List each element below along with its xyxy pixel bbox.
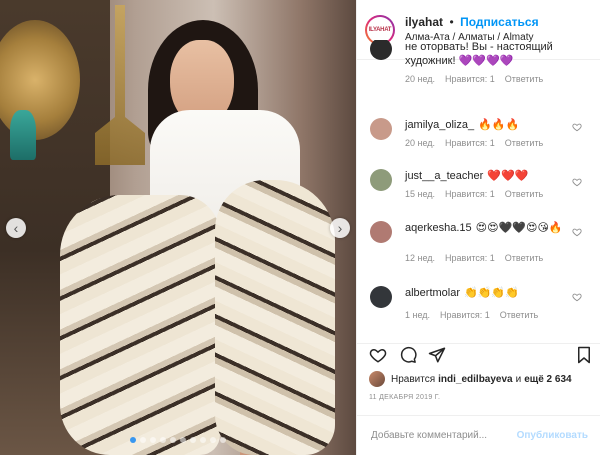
- comment-item: jamilya_oliza_ 🔥🔥🔥 20 нед. Нравится: 1 От…: [357, 118, 600, 148]
- comment-body: 🔥🔥🔥: [478, 119, 520, 131]
- carousel-next-button[interactable]: ›: [330, 218, 350, 238]
- comment-meta: 12 нед. Нравится: 1 Ответить: [405, 253, 570, 263]
- instagram-post: ‹ › ILYAHAT ilyahat • Подписаться Алма-А…: [0, 0, 600, 455]
- share-paper-plane-icon[interactable]: [428, 346, 446, 364]
- chevron-right-icon: ›: [337, 220, 343, 236]
- comment-reply-button[interactable]: Ответить: [505, 253, 543, 263]
- likes-middle: и: [515, 373, 522, 385]
- save-bookmark-icon[interactable]: [575, 346, 593, 364]
- comment-text: jamilya_oliza_ 🔥🔥🔥: [405, 118, 570, 132]
- comment-avatar[interactable]: [370, 286, 392, 308]
- add-comment-input[interactable]: [369, 429, 517, 442]
- comment-reply-button[interactable]: Ответить: [505, 74, 543, 84]
- comment-item: albertmolar 👏👏👏👏 1 нед. Нравится: 1 Ответ…: [357, 286, 600, 320]
- post-date[interactable]: 11 ДЕКАБРЯ 2019 Г.: [369, 394, 440, 401]
- comment-avatar[interactable]: [370, 118, 392, 140]
- comment-username[interactable]: aqerkesha.15: [405, 222, 472, 234]
- comment-time[interactable]: 20 нед.: [405, 74, 435, 84]
- comment-meta: 20 нед. Нравится: 1 Ответить: [405, 74, 570, 84]
- likes-summary: Нравится indi_edilbayeva и ещё 2 634: [369, 371, 592, 387]
- carousel-dot: [220, 437, 226, 443]
- comment-time[interactable]: 1 нед.: [405, 310, 430, 320]
- comment-avatar[interactable]: [370, 169, 392, 191]
- carousel-dot: [200, 437, 206, 443]
- comment-avatar[interactable]: [370, 40, 392, 60]
- comment-meta: 20 нед. Нравится: 1 Ответить: [405, 138, 570, 148]
- heart-outline-icon[interactable]: [572, 122, 582, 132]
- comment-username[interactable]: jamilya_oliza_: [405, 119, 474, 131]
- heart-outline-icon[interactable]: [572, 227, 582, 237]
- likes-prefix: Нравится: [391, 373, 436, 385]
- comments-list[interactable]: не оторвать! Вы - настоящий художник! 💜💜…: [357, 40, 600, 325]
- comment-item: aqerkesha.15 😍😍🖤🖤😍😘🔥 12 нед. Нравится: 1 …: [357, 221, 600, 263]
- comment-text: albertmolar 👏👏👏👏: [405, 286, 570, 300]
- heart-outline-icon[interactable]: [572, 177, 582, 187]
- carousel-dot: [150, 437, 156, 443]
- comment-bubble-icon[interactable]: [399, 346, 417, 364]
- comment-body: 👏👏👏👏: [464, 287, 519, 299]
- carousel-dot: [190, 437, 196, 443]
- carousel-dot: [130, 437, 136, 443]
- comment-meta: 15 нед. Нравится: 1 Ответить: [405, 189, 570, 199]
- comment-body: ❤️❤️❤️: [487, 170, 529, 182]
- post-sidebar: ILYAHAT ilyahat • Подписаться Алма-Ата /…: [356, 0, 600, 455]
- liker-avatar[interactable]: [369, 371, 385, 387]
- comment-item: не оторвать! Вы - настоящий художник! 💜💜…: [357, 40, 600, 84]
- comment-likes[interactable]: Нравится: 1: [445, 189, 495, 199]
- like-heart-icon[interactable]: [369, 346, 387, 364]
- comment-username[interactable]: albertmolar: [405, 287, 460, 299]
- post-actions-bar: [357, 343, 600, 370]
- comment-item: just__a_teacher ❤️❤️❤️ 15 нед. Нравится: …: [357, 169, 600, 199]
- header-separator: •: [449, 15, 454, 29]
- follow-button[interactable]: Подписаться: [460, 15, 538, 29]
- comment-reply-button[interactable]: Ответить: [505, 138, 543, 148]
- liker-username[interactable]: indi_edilbayeva: [438, 374, 512, 385]
- publish-button[interactable]: Опубликовать: [517, 430, 588, 441]
- comment-likes[interactable]: Нравится: 1: [445, 138, 495, 148]
- heart-outline-icon[interactable]: [572, 292, 582, 302]
- carousel-dot: [180, 437, 186, 443]
- comment-text: just__a_teacher ❤️❤️❤️: [405, 169, 570, 183]
- photo-fur-coat-left: [60, 195, 220, 455]
- photo-decor-glass: [10, 110, 36, 160]
- comment-reply-button[interactable]: Ответить: [500, 310, 538, 320]
- comment-text: aqerkesha.15 😍😍🖤🖤😍😘🔥: [405, 221, 570, 235]
- carousel-dot: [170, 437, 176, 443]
- comment-username[interactable]: just__a_teacher: [405, 170, 483, 182]
- carousel-prev-button[interactable]: ‹: [6, 218, 26, 238]
- carousel-dot: [210, 437, 216, 443]
- add-comment-bar: Опубликовать: [357, 415, 600, 455]
- comment-text: не оторвать! Вы - настоящий художник! 💜💜…: [405, 41, 553, 67]
- comment-likes[interactable]: Нравится: 1: [445, 253, 495, 263]
- author-username[interactable]: ilyahat: [405, 15, 443, 29]
- comment-time[interactable]: 15 нед.: [405, 189, 435, 199]
- likes-count[interactable]: ещё 2 634: [524, 374, 571, 385]
- carousel-dot: [140, 437, 146, 443]
- comment-likes[interactable]: Нравится: 1: [440, 310, 490, 320]
- carousel-indicator: [0, 437, 356, 443]
- author-avatar-logo: ILYAHAT: [367, 16, 393, 43]
- comment-meta: 1 нед. Нравится: 1 Ответить: [405, 310, 570, 320]
- comment-reply-button[interactable]: Ответить: [505, 189, 543, 199]
- carousel-dot: [160, 437, 166, 443]
- comment-likes[interactable]: Нравится: 1: [445, 74, 495, 84]
- chevron-left-icon: ‹: [13, 220, 19, 236]
- comment-time[interactable]: 20 нед.: [405, 138, 435, 148]
- comment-time[interactable]: 12 нед.: [405, 253, 435, 263]
- post-photo[interactable]: ‹ ›: [0, 0, 356, 455]
- comment-avatar[interactable]: [370, 221, 392, 243]
- photo-fur-coat-right: [215, 180, 335, 455]
- comment-body: 😍😍🖤🖤😍😘🔥: [475, 222, 563, 234]
